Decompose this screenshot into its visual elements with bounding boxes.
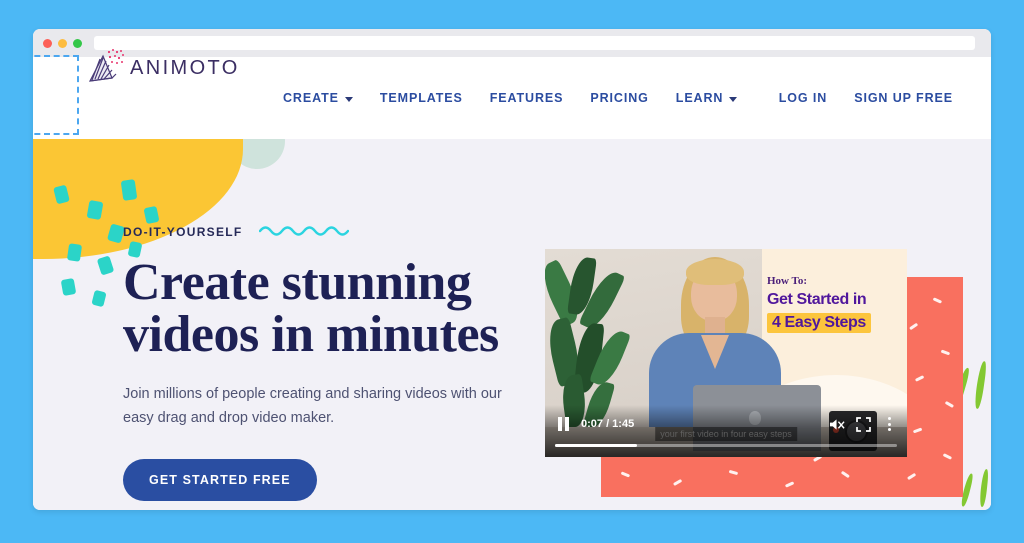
site-logo[interactable]: ANIMOTO <box>86 43 240 93</box>
more-options-button[interactable] <box>881 416 897 432</box>
hero-video-block: How To: Get Started in 4 Easy Steps your… <box>545 249 963 497</box>
nav-item-pricing[interactable]: PRICING <box>590 91 648 105</box>
dashed-rect-decoration <box>33 55 79 135</box>
maximize-window-button[interactable] <box>73 38 82 48</box>
hero-section: DO-IT-YOURSELF Create stunning videos in… <box>33 139 991 510</box>
browser-window: ANIMOTO CREATE TEMPLATES FEATURES PRICIN… <box>33 29 991 510</box>
overlay-line-1: Get Started in <box>767 291 867 308</box>
hero-eyebrow: DO-IT-YOURSELF <box>123 225 243 239</box>
grass-blade-decoration <box>979 468 989 508</box>
nav-item-learn[interactable]: LEARN <box>676 91 738 105</box>
sign-up-free-link[interactable]: SIGN UP FREE <box>854 91 953 105</box>
mute-button[interactable] <box>829 416 845 432</box>
grass-blade-decoration <box>973 360 988 410</box>
video-controls-bar: 0:07 / 1:45 <box>545 405 907 457</box>
nav-item-features[interactable]: FEATURES <box>490 91 564 105</box>
close-window-button[interactable] <box>43 38 52 48</box>
logo-wordmark: ANIMOTO <box>130 56 240 79</box>
overlay-kicker: How To: <box>767 275 808 287</box>
window-traffic-lights <box>43 38 82 48</box>
nav-label: CREATE <box>283 91 339 105</box>
overlay-line-2-highlighted: 4 Easy Steps <box>767 313 871 334</box>
minimize-window-button[interactable] <box>58 38 67 48</box>
hero-subtext: Join millions of people creating and sha… <box>123 386 502 426</box>
pause-icon <box>557 417 569 431</box>
nav-item-create[interactable]: CREATE <box>283 91 353 105</box>
squiggle-icon <box>258 223 349 241</box>
chevron-down-icon <box>729 96 738 102</box>
page-title: Create stunning videos in minutes <box>123 257 523 361</box>
headline-line-1: Create stunning <box>123 254 472 311</box>
video-time-display: 0:07 / 1:45 <box>581 418 635 430</box>
nav-label: PRICING <box>590 91 649 105</box>
more-options-icon <box>887 417 891 431</box>
video-player[interactable]: How To: Get Started in 4 Easy Steps your… <box>545 249 907 457</box>
fullscreen-icon <box>855 416 871 432</box>
person-bangs <box>686 259 744 285</box>
pause-button[interactable] <box>555 416 571 432</box>
confetti-square <box>66 243 83 262</box>
confetti-square <box>96 255 115 276</box>
video-controls-row: 0:07 / 1:45 <box>545 413 907 435</box>
hero-copy: DO-IT-YOURSELF Create stunning videos in… <box>123 223 523 501</box>
nav-label: LEARN <box>675 91 724 105</box>
log-in-link[interactable]: LOG IN <box>779 91 827 105</box>
auth-navigation: LOG IN SIGN UP FREE <box>779 57 953 139</box>
confetti-square <box>60 277 77 297</box>
fullscreen-button[interactable] <box>855 416 871 432</box>
chevron-down-icon <box>344 96 353 102</box>
nav-label: FEATURES <box>489 91 564 105</box>
animoto-fan-logo-icon <box>86 47 128 89</box>
headline-line-2: videos in minutes <box>123 306 499 363</box>
primary-navigation: CREATE TEMPLATES FEATURES PRICING LEARN <box>283 57 738 139</box>
video-progress-bar[interactable] <box>555 443 897 447</box>
get-started-free-button[interactable]: GET STARTED FREE <box>123 458 317 501</box>
volume-muted-icon <box>829 418 845 430</box>
nav-label: TEMPLATES <box>379 91 463 105</box>
hero-eyebrow-row: DO-IT-YOURSELF <box>123 223 523 241</box>
confetti-square <box>91 289 107 308</box>
confetti-square <box>120 179 138 201</box>
nav-item-templates[interactable]: TEMPLATES <box>380 91 463 105</box>
video-progress-fill <box>555 443 638 447</box>
video-title-overlay: How To: Get Started in 4 Easy Steps <box>767 275 903 334</box>
